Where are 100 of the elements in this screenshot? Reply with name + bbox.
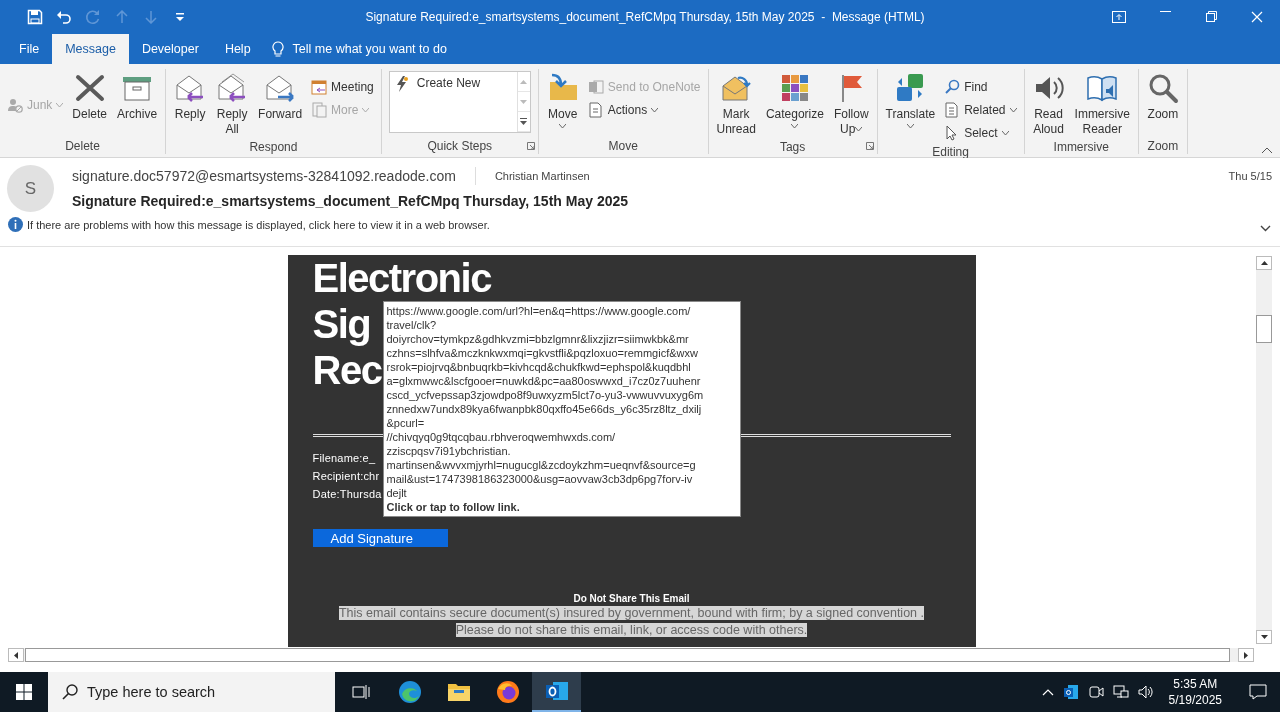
- camera-icon[interactable]: [1087, 684, 1104, 700]
- document-icon: [311, 101, 328, 118]
- tooltip-url-line: travel/clk?: [386, 318, 438, 332]
- delete-button[interactable]: Delete: [68, 69, 112, 124]
- folder-icon[interactable]: [446, 682, 471, 702]
- document-icon: [587, 101, 604, 118]
- lightning-icon: [394, 76, 409, 92]
- document-detail: Recipient:chr: [312, 469, 380, 484]
- document-detail: Filename:e_: [312, 451, 376, 466]
- task-view-icon[interactable]: [351, 684, 370, 700]
- immersive-reader-button[interactable]: Immersive Reader: [1070, 69, 1134, 139]
- meeting-button[interactable]: Meeting: [308, 75, 377, 98]
- person-icon: [7, 96, 23, 113]
- tooltip-url-line: mail&ust=1747398186323000&usg=aovvaw3cb3dp6pg7forv-iv: [386, 472, 694, 486]
- ribbon-tab[interactable]: Developer: [128, 34, 212, 64]
- network-icon[interactable]: [1112, 684, 1129, 700]
- document-detail: Date:Thursda: [312, 487, 382, 502]
- find-button[interactable]: Find: [941, 75, 1020, 98]
- windows-start-icon[interactable]: [16, 684, 32, 700]
- tooltip-url-line: a=glxmwwc&lscfgooer=nuwkd&pc=aa80oswwxd_i7cz0z7uuhenr: [386, 374, 702, 388]
- scroll-left-icon[interactable]: [14, 651, 18, 659]
- actions-button[interactable]: Actions: [584, 98, 704, 121]
- scroll-up-icon[interactable]: [1260, 261, 1268, 265]
- minimize-icon[interactable]: [1159, 11, 1171, 12]
- customize-icon[interactable]: [174, 12, 185, 22]
- group-label: Immersive: [1053, 139, 1109, 155]
- edge-icon[interactable]: [397, 680, 422, 704]
- save-icon[interactable]: [26, 9, 43, 25]
- taskbar-app[interactable]: [532, 672, 581, 712]
- delete-icon: [73, 72, 106, 104]
- message-subject: Signature Required:e_smartsystems_document_RefCMpq Thursday, 15th May 2025: [72, 193, 630, 209]
- clock[interactable]: 5:35 AM 5/19/2025: [1162, 676, 1228, 708]
- scroll-down-icon[interactable]: [1260, 635, 1268, 639]
- ribbon-display-options-icon[interactable]: [1112, 11, 1126, 23]
- collapse-ribbon-icon[interactable]: [1262, 147, 1272, 153]
- expand-gallery-icon[interactable]: [520, 118, 528, 125]
- dialog-launcher-icon[interactable]: [865, 142, 874, 150]
- tooltip-url-line: &pcurl=: [386, 416, 426, 430]
- group-label: Quick Steps: [427, 138, 493, 154]
- outlook-tray-icon[interactable]: [1062, 684, 1079, 700]
- group-label: Tags: [779, 139, 806, 155]
- dialog-launcher-icon[interactable]: [526, 142, 535, 150]
- scroll-thumb[interactable]: [1256, 315, 1272, 343]
- taskbar-search-field[interactable]: Type here to search: [48, 672, 335, 712]
- zoom-button[interactable]: Zoom: [1142, 69, 1183, 124]
- firefox-icon[interactable]: [495, 680, 520, 704]
- translate-button[interactable]: Translate: [881, 69, 940, 134]
- tooltip-url-line: rsrok=piojrvq&bnbuqrkb=kivhcqd&chukfkwd=ephspol&kuqdbhl: [386, 360, 692, 374]
- read-aloud-button[interactable]: Read Aloud: [1028, 69, 1069, 139]
- reply-all-button[interactable]: Reply All: [212, 69, 253, 139]
- notice-title: Do Not Share This Email: [572, 593, 691, 604]
- search-icon: [944, 78, 961, 95]
- expand-header-icon[interactable]: [1260, 225, 1271, 232]
- tooltip-url-line: cscd_ycfvepssap3zjowdpo8f9uwxyzm5lct7o-yu3-vwwuvvuxyg6m: [386, 388, 705, 402]
- notebook-icon: [587, 78, 604, 95]
- email-heading: Rec: [312, 348, 382, 392]
- lightbulb-icon: [271, 40, 284, 58]
- related-button[interactable]: Related: [941, 98, 1020, 121]
- forward-button[interactable]: Forward: [254, 69, 307, 124]
- group-label: Zoom: [1147, 138, 1179, 154]
- group-label: Editing: [932, 144, 969, 160]
- restore-icon[interactable]: [1205, 11, 1217, 22]
- scroll-right-icon[interactable]: [1244, 651, 1248, 659]
- group-label: Move: [608, 138, 638, 154]
- tooltip-url-line: zziscpqsv7i91ybchristian.: [386, 444, 512, 458]
- notice-text: Please do not share this email, link, or access code with others.: [455, 623, 808, 637]
- tooltip-url-line: znnedxw7undx89kya6fwanpbk80qxffo45e66ds_y6c35rz8ltz_dxilj: [386, 402, 703, 416]
- move-button[interactable]: Move: [542, 69, 583, 134]
- notifications-icon[interactable]: [1249, 684, 1267, 700]
- follow-up-button[interactable]: Follow Up: [829, 69, 873, 139]
- ribbon-tab[interactable]: Help: [211, 34, 264, 64]
- vertical-scrollbar[interactable]: [1256, 256, 1272, 644]
- ribbon-tab[interactable]: File: [6, 34, 53, 64]
- infobar-link[interactable]: If there are problems with how this message is displayed, click here to view it in a web browser.: [27, 218, 490, 231]
- undo-icon[interactable]: [55, 9, 72, 25]
- close-icon[interactable]: [1251, 11, 1263, 23]
- group-label: Delete: [65, 138, 100, 154]
- volume-icon[interactable]: [1137, 684, 1154, 700]
- archive-button[interactable]: Archive: [113, 69, 162, 124]
- reply-button[interactable]: Reply: [170, 69, 211, 124]
- tooltip-url-line: dejlt: [386, 486, 408, 500]
- select-button[interactable]: Select: [941, 121, 1020, 144]
- email-heading: Electronic: [312, 256, 491, 300]
- create-new-quick-step[interactable]: Create New: [389, 72, 517, 92]
- email-heading: Sig: [312, 302, 371, 346]
- categorize-button[interactable]: Categorize: [761, 69, 828, 134]
- notice-text: This email contains secure document(s) insured by government, bound with firm; by a signed convention .: [339, 606, 924, 620]
- sender-address: signature.doc57972@esmartsystems-32841092.readode.com: [72, 168, 456, 184]
- outlook-icon[interactable]: [544, 680, 569, 702]
- show-hidden-icons-icon[interactable]: [1041, 688, 1054, 696]
- mark-unread-button[interactable]: Mark Unread: [712, 69, 760, 139]
- calendar-icon: [311, 78, 328, 95]
- info-icon: [8, 217, 23, 232]
- tell-me-search[interactable]: Tell me what you want to do: [292, 42, 447, 56]
- ribbon-tab[interactable]: Message: [52, 34, 129, 64]
- tooltip-url-line: https://www.google.com/url?hl=en&q=https://www.google.com/: [386, 304, 692, 318]
- tooltip-url-line: martinsen&wvvxmjyrhl=nugucgl&zcdoykzhm=ueqnvf&source=g: [386, 458, 697, 472]
- add-signature-button[interactable]: Add Signature: [312, 529, 448, 547]
- avatar: S: [7, 165, 54, 212]
- tooltip-url-line: doiyrchov=tymkpz&gdhkvzmi=bbzlgmnr&lixzjizr=siimwkbk&mr: [386, 332, 690, 346]
